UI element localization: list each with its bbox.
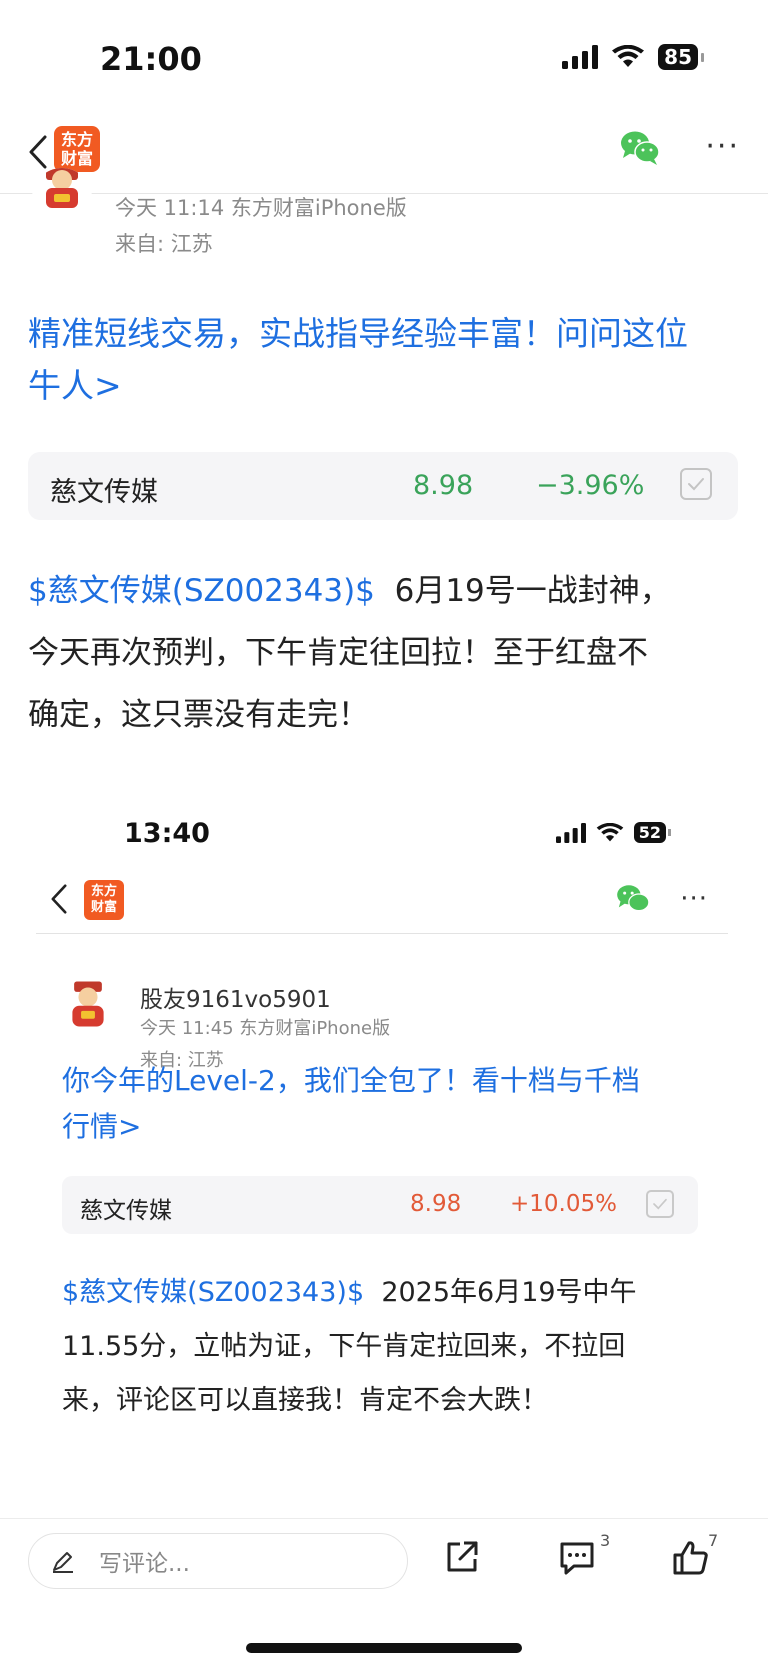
embedded-screenshot-image[interactable]: 13:40 52 东方 财富 ··· 股友9161vo5901 今天 11:45… — [36, 780, 728, 1520]
app-logo-line1: 东方 — [60, 130, 93, 149]
promo-line2: 牛人> — [28, 366, 122, 405]
embedded-promo-line1: 你今年的Level-2，我们全包了！看十档与千档 — [62, 1064, 640, 1097]
chevron-left-icon — [29, 135, 47, 169]
app-logo-line2: 财富 — [60, 149, 93, 168]
embedded-signal-icon — [555, 822, 586, 843]
embedded-battery-indicator: 52 — [633, 822, 672, 843]
check-icon — [688, 478, 704, 491]
comment-bubble-icon — [560, 1542, 594, 1575]
embedded-cashtag: $慈文传媒(SZ002343)$ — [62, 1277, 365, 1308]
post-meta-time: 今天 11:14 东方财富iPhone版 — [115, 196, 407, 220]
embedded-status-icons: 52 — [555, 822, 672, 843]
like-count: 7 — [708, 1531, 719, 1550]
more-options-icon[interactable]: ··· — [705, 132, 740, 162]
embedded-body-line3: 来，评论区可以直接我！肯定不会大跌！ — [62, 1385, 548, 1416]
promo-line1: 精准短线交易，实战指导经验丰富！问问这位 — [28, 314, 688, 353]
embedded-status-time: 13:40 — [124, 818, 210, 849]
embedded-body-line1: $慈文传媒(SZ002343)$ 2025年6月19号中午 — [62, 1266, 702, 1320]
comment-count: 3 — [600, 1531, 611, 1550]
bottom-action-bar: 写评论... 3 7 — [0, 1518, 768, 1670]
embedded-promo-text: 你今年的Level-2，我们全包了！看十档与千档 行情> — [62, 1058, 702, 1150]
embedded-check-icon — [646, 1190, 674, 1218]
embedded-avatar-icon — [72, 981, 104, 1027]
embedded-wifi-icon — [596, 822, 624, 841]
wechat-share-button[interactable] — [620, 130, 660, 170]
embedded-wechat-icon — [616, 884, 650, 918]
embedded-promo-line2: 行情> — [62, 1110, 142, 1143]
embedded-back-icon — [50, 884, 68, 918]
stock-quote-card[interactable]: 慈文传媒 8.98 −3.96% — [28, 452, 738, 520]
nav-bar: 东方 财富 ··· — [0, 120, 768, 194]
home-indicator — [246, 1643, 522, 1653]
battery-indicator: 85 — [658, 44, 704, 70]
back-button[interactable] — [18, 130, 58, 174]
status-bar: 21:00 85 — [0, 0, 768, 120]
embedded-body-line2: 11.55分，立帖为证，下午肯定拉回来，不拉回 — [62, 1331, 626, 1362]
like-button[interactable] — [672, 1539, 710, 1581]
embedded-body-text1: 2025年6月19号中午 — [381, 1277, 637, 1308]
promo-link[interactable]: 精准短线交易，实战指导经验丰富！问问这位 牛人> — [28, 308, 738, 412]
embedded-logo-line1: 东方 — [90, 884, 117, 899]
embedded-stock-card: 慈文传媒 8.98 +10.05% — [62, 1176, 698, 1234]
status-icons: 85 — [562, 44, 704, 70]
signal-icon — [562, 45, 599, 69]
pencil-icon — [53, 1552, 73, 1573]
embedded-meta-time: 今天 11:45 东方财富iPhone版 — [140, 1018, 391, 1039]
stock-cashtag-link[interactable]: $慈文传媒(SZ002343)$ — [28, 573, 375, 609]
post-body-line3: 确定，这只票没有走完！ — [28, 697, 369, 733]
embedded-author-avatar — [62, 978, 114, 1030]
embedded-username: 股友9161vo5901 — [140, 987, 331, 1013]
thumbs-up-icon — [673, 1541, 708, 1575]
wechat-icon — [621, 131, 660, 165]
post-body: $慈文传媒(SZ002343)$ 6月19号一战封神， 今天再次预判，下午肯定往… — [28, 560, 740, 746]
embedded-chevron-left-icon — [51, 884, 67, 914]
embedded-stock-name: 慈文传媒 — [80, 1198, 172, 1224]
share-button[interactable] — [444, 1539, 480, 1579]
share-icon — [447, 1541, 478, 1572]
post-meta-location: 来自: 江苏 — [115, 232, 213, 256]
embedded-post-body: $慈文传媒(SZ002343)$ 2025年6月19号中午 11.55分，立帖为… — [62, 1266, 702, 1428]
comment-placeholder: 写评论... — [99, 1551, 190, 1577]
embedded-logo-line2: 财富 — [90, 900, 117, 915]
stock-change: −3.96% — [536, 470, 645, 501]
comments-button[interactable] — [558, 1539, 596, 1581]
embedded-stock-price: 8.98 — [410, 1191, 462, 1217]
embedded-more-icon: ··· — [680, 884, 708, 914]
stock-price: 8.98 — [413, 470, 474, 501]
comment-input[interactable]: 写评论... — [28, 1533, 408, 1589]
post-body-line2: 今天再次预判，下午肯定往回拉！至于红盘不 — [28, 635, 648, 671]
embedded-stock-change: +10.05% — [510, 1191, 617, 1217]
post-body-text1: 6月19号一战封神， — [394, 573, 671, 609]
app-logo[interactable]: 东方 财富 — [54, 126, 100, 172]
post-body-line1: $慈文传媒(SZ002343)$ 6月19号一战封神， — [28, 560, 740, 622]
embedded-nav-bar: 东方 财富 ··· — [36, 880, 728, 934]
avatar-god-of-wealth-icon — [46, 168, 78, 208]
stock-name: 慈文传媒 — [50, 477, 158, 508]
embedded-app-logo: 东方 财富 — [84, 880, 124, 920]
status-time: 21:00 — [100, 40, 202, 78]
author-avatar[interactable] — [32, 168, 92, 228]
add-to-watchlist-checkbox[interactable] — [680, 468, 712, 500]
wifi-icon — [612, 45, 645, 67]
